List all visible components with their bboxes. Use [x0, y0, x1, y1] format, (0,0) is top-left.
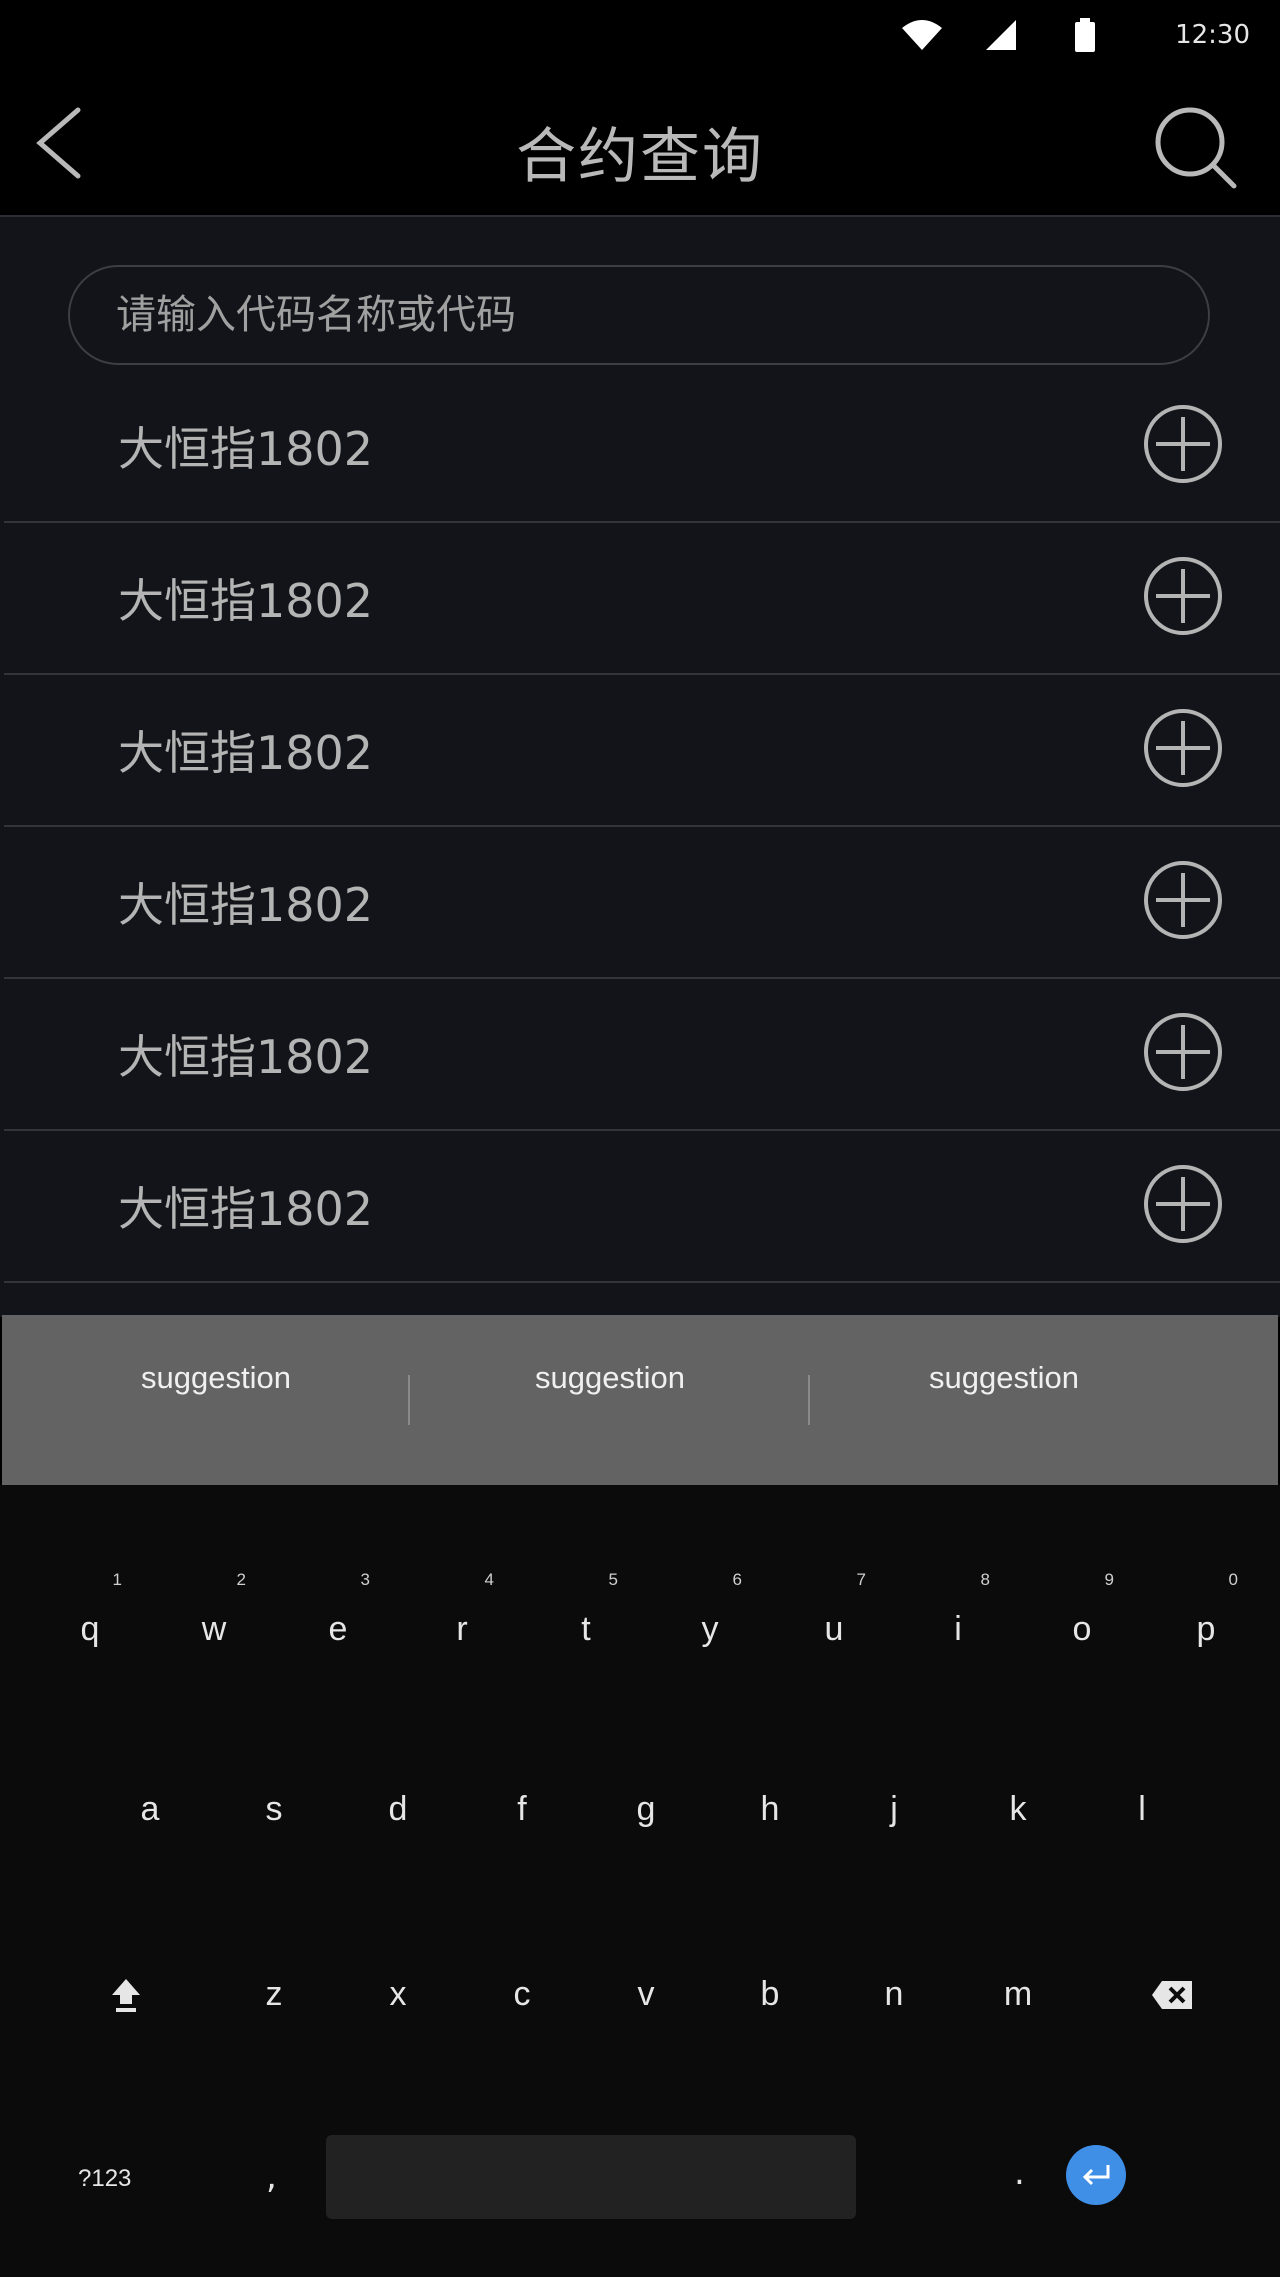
contract-list: 大恒指1802 大恒指1802 大恒指1802 大恒指1802 大恒指1802 … [4, 371, 1280, 1283]
contract-name: 大恒指1802 [118, 422, 374, 476]
key-u[interactable]: 7u [784, 1570, 884, 1690]
suggestion-divider [408, 1375, 410, 1425]
suggestion-item[interactable]: suggestion [66, 1360, 366, 1396]
backspace-icon [1152, 1981, 1192, 2009]
key-b[interactable]: b [720, 1935, 820, 2055]
plus-circle-icon[interactable] [1142, 555, 1224, 637]
contract-search-content: 大恒指1802 大恒指1802 大恒指1802 大恒指18 [0, 217, 1280, 1317]
status-time: 12:30 [1175, 20, 1250, 50]
soft-keyboard: 1q 2w 3e 4r 5t 6y 7u 8i 9o 0p a s d f g … [0, 1485, 1280, 2277]
suggestion-divider [808, 1375, 810, 1425]
app-header: 合约查询 [0, 72, 1280, 217]
enter-key[interactable] [1066, 2145, 1126, 2205]
suggestion-item[interactable]: suggestion [460, 1360, 760, 1396]
page-title: 合约查询 [516, 122, 764, 192]
plus-circle-icon[interactable] [1142, 1163, 1224, 1245]
status-bar: 12:30 [0, 0, 1280, 72]
list-item[interactable]: 大恒指1802 [4, 979, 1280, 1131]
key-f[interactable]: f [472, 1750, 572, 1870]
contract-name: 大恒指1802 [118, 574, 374, 628]
search-input[interactable] [116, 267, 1156, 363]
key-e[interactable]: 3e [288, 1570, 388, 1690]
comma-key[interactable]: , [266, 2157, 277, 2197]
key-s[interactable]: s [224, 1750, 324, 1870]
key-m[interactable]: m [968, 1935, 1068, 2055]
key-w[interactable]: 2w [164, 1570, 264, 1690]
key-x[interactable]: x [348, 1935, 448, 2055]
key-g[interactable]: g [596, 1750, 696, 1870]
contract-name: 大恒指1802 [118, 1182, 374, 1236]
key-i[interactable]: 8i [908, 1570, 1008, 1690]
wifi-icon [902, 20, 942, 50]
key-n[interactable]: n [844, 1935, 944, 2055]
key-v[interactable]: v [596, 1935, 696, 2055]
key-q[interactable]: 1q [40, 1570, 140, 1690]
plus-circle-icon[interactable] [1142, 403, 1224, 485]
key-c[interactable]: c [472, 1935, 572, 2055]
suggestion-item[interactable]: suggestion [854, 1360, 1154, 1396]
backspace-key[interactable] [1122, 1935, 1222, 2055]
keyboard-suggestion-bar: suggestion suggestion suggestion [2, 1315, 1278, 1485]
list-item[interactable]: 大恒指1802 [4, 1131, 1280, 1283]
list-item[interactable]: 大恒指1802 [4, 523, 1280, 675]
contract-name: 大恒指1802 [118, 1030, 374, 1084]
plus-circle-icon[interactable] [1142, 1011, 1224, 1093]
key-o[interactable]: 9o [1032, 1570, 1132, 1690]
key-j[interactable]: j [844, 1750, 944, 1870]
key-z[interactable]: z [224, 1935, 324, 2055]
shift-icon [112, 1979, 140, 2012]
space-key[interactable] [326, 2135, 856, 2219]
key-d[interactable]: d [348, 1750, 448, 1870]
symbols-key[interactable]: ?123 [78, 2165, 131, 2193]
key-a[interactable]: a [100, 1750, 200, 1870]
shift-key[interactable] [76, 1935, 176, 2055]
key-r[interactable]: 4r [412, 1570, 512, 1690]
cellular-signal-icon [986, 20, 1016, 50]
contract-name: 大恒指1802 [118, 726, 374, 780]
list-item[interactable]: 大恒指1802 [4, 827, 1280, 979]
contract-name: 大恒指1802 [118, 878, 374, 932]
key-y[interactable]: 6y [660, 1570, 760, 1690]
list-item[interactable]: 大恒指1802 [4, 371, 1280, 523]
key-p[interactable]: 0p [1156, 1570, 1256, 1690]
search-box [68, 265, 1210, 365]
period-key[interactable]: . [1014, 2153, 1025, 2193]
plus-circle-icon[interactable] [1142, 707, 1224, 789]
key-k[interactable]: k [968, 1750, 1068, 1870]
search-icon[interactable] [1150, 102, 1240, 192]
key-l[interactable]: l [1092, 1750, 1192, 1870]
enter-icon [1082, 2165, 1110, 2186]
key-t[interactable]: 5t [536, 1570, 636, 1690]
key-h[interactable]: h [720, 1750, 820, 1870]
plus-circle-icon[interactable] [1142, 859, 1224, 941]
list-item[interactable]: 大恒指1802 [4, 675, 1280, 827]
battery-icon [1075, 18, 1095, 52]
